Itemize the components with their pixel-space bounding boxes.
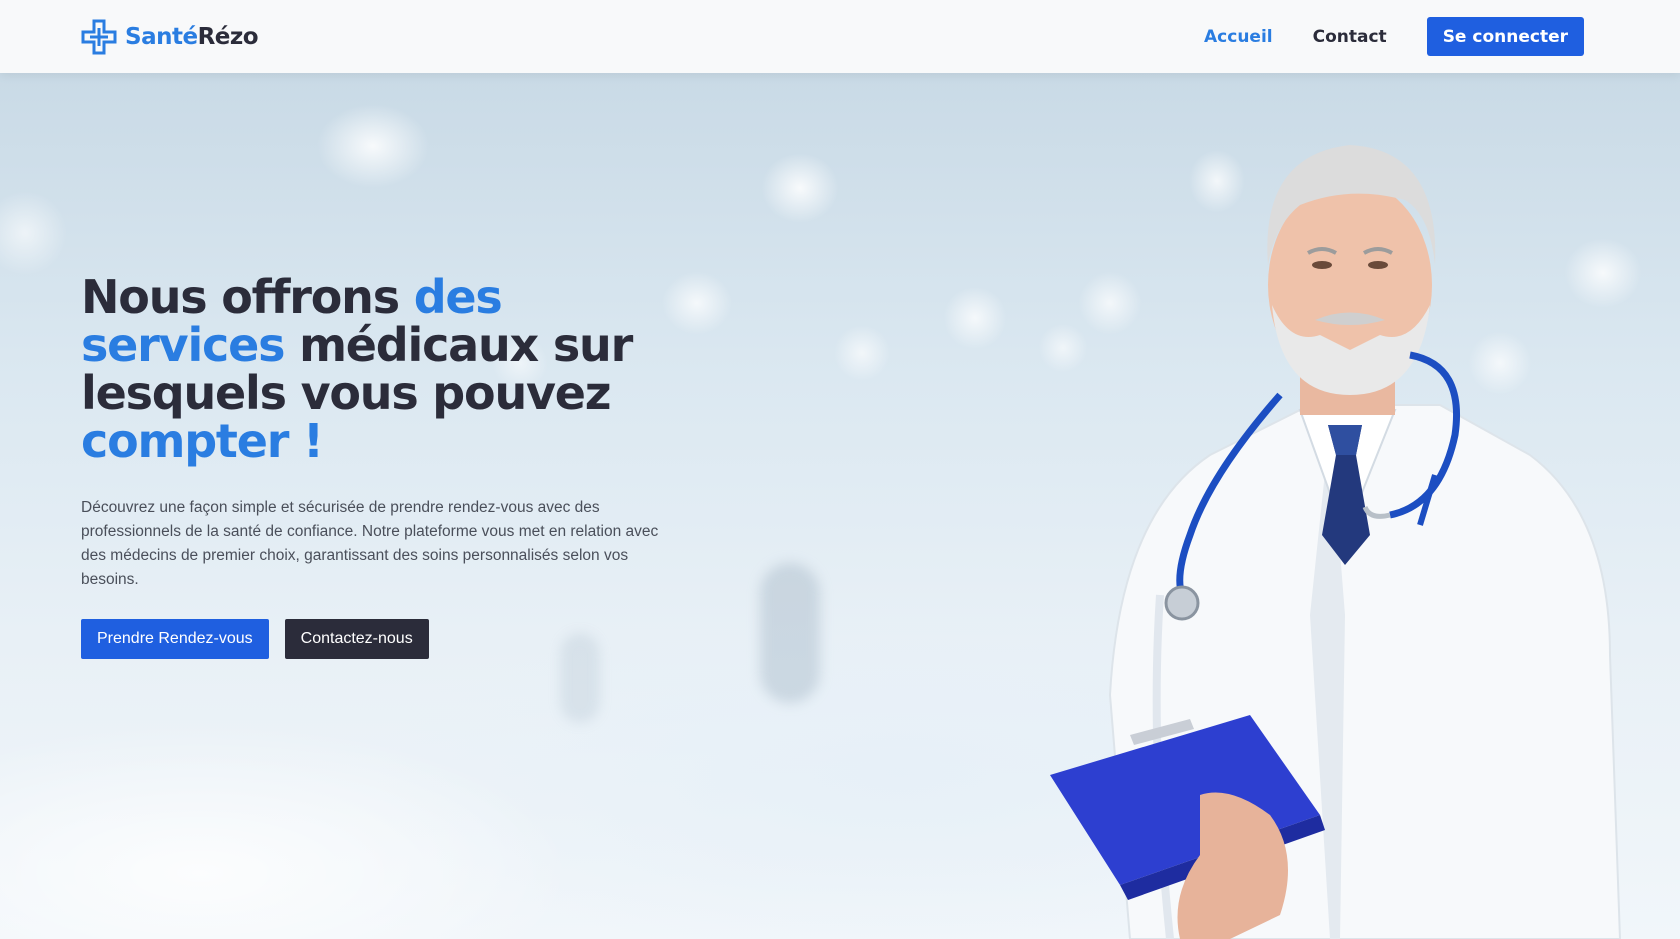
hero-content: Nous offrons des services médicaux sur le… bbox=[81, 273, 681, 659]
book-appointment-button[interactable]: Prendre Rendez-vous bbox=[81, 619, 269, 659]
background-blur-shape bbox=[760, 563, 820, 703]
nav-link-contact[interactable]: Contact bbox=[1313, 27, 1387, 47]
hero-title-highlight: compter ! bbox=[81, 414, 324, 468]
hero-description: Découvrez une façon simple et sécurisée … bbox=[81, 499, 659, 588]
hero-title-highlight: des bbox=[413, 270, 503, 324]
login-button[interactable]: Se connecter bbox=[1426, 17, 1584, 56]
site-header: SantéRézo Accueil Contact Se connecter bbox=[0, 0, 1680, 73]
doctor-image bbox=[1050, 145, 1622, 939]
nav-link-accueil[interactable]: Accueil bbox=[1204, 27, 1273, 47]
hero-title-part: Nous offrons bbox=[81, 270, 414, 324]
hero-section: Nous offrons des services médicaux sur le… bbox=[0, 73, 1680, 939]
brand-name: SantéRézo bbox=[125, 23, 259, 50]
hero-actions: Prendre Rendez-vous Contactez-nous bbox=[81, 619, 681, 659]
hero-title-highlight: services bbox=[81, 318, 285, 372]
medical-cross-icon bbox=[81, 19, 117, 54]
main-nav: Accueil Contact Se connecter bbox=[1164, 17, 1584, 56]
brand-logo[interactable]: SantéRézo bbox=[81, 19, 259, 55]
brand-name-part2: Rézo bbox=[197, 23, 259, 50]
hero-title: Nous offrons des services médicaux sur le… bbox=[81, 273, 681, 465]
contact-us-button[interactable]: Contactez-nous bbox=[284, 619, 429, 659]
brand-name-part1: Santé bbox=[125, 23, 198, 50]
